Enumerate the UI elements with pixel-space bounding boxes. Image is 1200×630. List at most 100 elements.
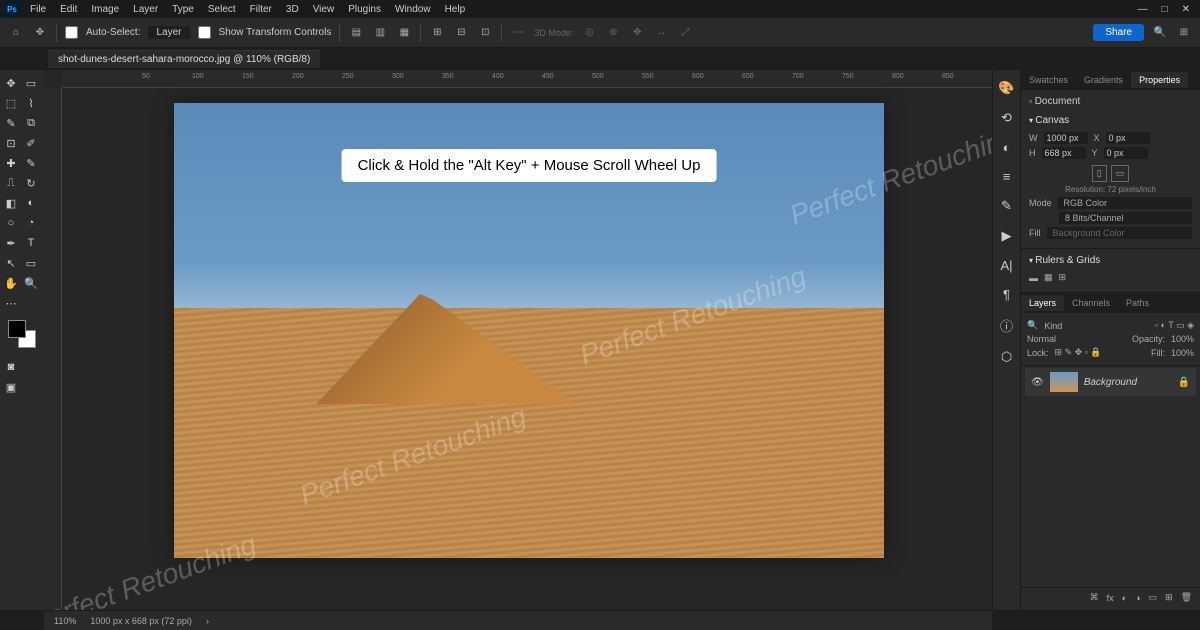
y-input[interactable] (1104, 147, 1148, 159)
grid-icon[interactable]: ▦ (1044, 272, 1053, 283)
canvas-section[interactable]: Canvas (1029, 115, 1192, 126)
eraser-tool[interactable]: ◧ (2, 194, 20, 212)
auto-select-checkbox[interactable] (65, 26, 78, 39)
color-panel-icon[interactable]: 🎨 (998, 80, 1014, 96)
3d-zoom-icon[interactable]: ✥ (629, 25, 645, 41)
home-icon[interactable]: ⌂ (8, 25, 24, 41)
layer-name[interactable]: Background (1084, 377, 1137, 388)
3d-slide-icon[interactable]: ↔ (653, 25, 669, 41)
guides-icon[interactable]: ⊞ (1059, 272, 1067, 283)
libraries-panel-icon[interactable]: ≡ (1003, 169, 1011, 184)
quick-select-tool[interactable]: ✎ (2, 114, 20, 132)
align-left-icon[interactable]: ▤ (348, 25, 364, 41)
search-icon[interactable]: 🔍 (1152, 25, 1168, 41)
fill-opacity-input[interactable]: 100% (1171, 348, 1194, 358)
maximize-button[interactable]: □ (1162, 4, 1168, 15)
menu-help[interactable]: Help (439, 2, 472, 17)
orientation-portrait[interactable]: ▯ (1092, 165, 1107, 182)
distribute-icon[interactable]: ⊞ (429, 25, 445, 41)
actions-panel-icon[interactable]: ▶ (1002, 228, 1012, 244)
distribute-v-icon[interactable]: ⊟ (453, 25, 469, 41)
visibility-icon[interactable]: 👁 (1031, 377, 1044, 388)
foreground-color[interactable] (8, 320, 26, 338)
eyedropper-tool[interactable]: ✐ (22, 134, 40, 152)
edit-toolbar[interactable]: ⋯ (2, 294, 20, 312)
height-input[interactable] (1042, 147, 1086, 159)
menu-plugins[interactable]: Plugins (342, 2, 387, 17)
3d-panel-icon[interactable]: ⬡ (1001, 349, 1012, 365)
zoom-tool[interactable]: 🔍 (22, 274, 40, 292)
menu-image[interactable]: Image (85, 2, 125, 17)
ruler-icon[interactable]: ▬ (1029, 273, 1038, 283)
history-panel-icon[interactable]: ⟲ (1001, 110, 1012, 126)
channels-tab[interactable]: Channels (1064, 295, 1118, 311)
adjustments-panel-icon[interactable]: ◐ (1003, 140, 1011, 155)
info-panel-icon[interactable]: ⓘ (1000, 316, 1013, 335)
align-center-icon[interactable]: ▥ (372, 25, 388, 41)
swatches-tab[interactable]: Swatches (1021, 72, 1076, 88)
new-layer-icon[interactable]: ⊞ (1165, 592, 1173, 603)
menu-filter[interactable]: Filter (244, 2, 278, 17)
more-icon[interactable]: ⋯ (510, 25, 526, 41)
shape-tool[interactable]: ▭ (22, 254, 40, 272)
artboard-tool[interactable]: ▭ (22, 74, 40, 92)
heal-tool[interactable]: ✚ (2, 154, 20, 172)
fill-select[interactable]: Background Color (1047, 227, 1193, 239)
group-icon[interactable]: ▭ (1149, 592, 1158, 603)
color-swatches[interactable] (8, 320, 36, 348)
delete-layer-icon[interactable]: 🗑 (1181, 592, 1192, 603)
path-tool[interactable]: ↖ (2, 254, 20, 272)
3d-scale-icon[interactable]: ⤢ (677, 25, 693, 41)
menu-edit[interactable]: Edit (54, 2, 83, 17)
width-input[interactable] (1044, 132, 1088, 144)
status-arrow-icon[interactable]: › (206, 616, 209, 626)
menu-window[interactable]: Window (389, 2, 437, 17)
workspace-icon[interactable]: ⊞ (1176, 25, 1192, 41)
menu-3d[interactable]: 3D (280, 2, 305, 17)
character-panel-icon[interactable]: A| (1000, 258, 1012, 273)
history-brush-tool[interactable]: ↻ (22, 174, 40, 192)
pen-tool[interactable]: ✒ (2, 234, 20, 252)
layer-mask-icon[interactable]: ◐ (1122, 593, 1127, 603)
menu-view[interactable]: View (307, 2, 341, 17)
paragraph-panel-icon[interactable]: ¶ (1003, 287, 1010, 302)
layer-thumbnail[interactable] (1050, 372, 1078, 392)
zoom-level[interactable]: 110% (54, 616, 76, 626)
menu-file[interactable]: File (24, 2, 52, 17)
lasso-tool[interactable]: ⌇ (22, 94, 40, 112)
blend-mode-select[interactable]: Normal (1027, 334, 1056, 344)
gradient-tool[interactable]: ◐ (22, 194, 40, 212)
document-tab[interactable]: shot-dunes-desert-sahara-morocco.jpg @ 1… (48, 50, 320, 68)
color-mode-select[interactable]: RGB Color (1058, 197, 1192, 209)
dodge-tool[interactable]: ◔ (22, 214, 40, 232)
brushes-panel-icon[interactable]: ✎ (1001, 198, 1012, 214)
frame-tool[interactable]: ⊡ (2, 134, 20, 152)
align-right-icon[interactable]: ▦ (396, 25, 412, 41)
orientation-landscape[interactable]: ▭ (1111, 165, 1130, 182)
vertical-ruler[interactable] (44, 88, 62, 610)
link-layers-icon[interactable]: ⌘ (1090, 592, 1099, 603)
type-tool[interactable]: T (22, 234, 40, 252)
close-button[interactable]: ✕ (1182, 4, 1190, 15)
menu-type[interactable]: Type (166, 2, 200, 17)
move-tool-icon[interactable]: ✥ (32, 25, 48, 41)
document-dimensions[interactable]: 1000 px x 668 px (72 ppi) (90, 616, 192, 626)
stamp-tool[interactable]: ⎍ (2, 174, 20, 192)
crop-tool[interactable]: ⧉ (22, 114, 40, 132)
canvas-area[interactable]: 5010015020025030035040045050055060065070… (44, 70, 992, 610)
rulers-section[interactable]: Rulers & Grids (1029, 255, 1192, 266)
move-tool[interactable]: ✥ (2, 74, 20, 92)
3d-orbit-icon[interactable]: ◎ (581, 25, 597, 41)
distribute-h-icon[interactable]: ⊡ (477, 25, 493, 41)
canvas-image[interactable]: Click & Hold the "Alt Key" + Mouse Scrol… (174, 103, 884, 558)
blur-tool[interactable]: ○ (2, 214, 20, 232)
marquee-tool[interactable]: ⬚ (2, 94, 20, 112)
minimize-button[interactable]: — (1138, 4, 1148, 15)
auto-select-dropdown[interactable]: Layer (148, 26, 189, 39)
layers-tab[interactable]: Layers (1021, 295, 1064, 311)
transform-checkbox[interactable] (198, 26, 211, 39)
menu-select[interactable]: Select (202, 2, 242, 17)
quick-mask[interactable]: ◙ (2, 358, 20, 376)
x-input[interactable] (1106, 132, 1150, 144)
hand-tool[interactable]: ✋ (2, 274, 20, 292)
